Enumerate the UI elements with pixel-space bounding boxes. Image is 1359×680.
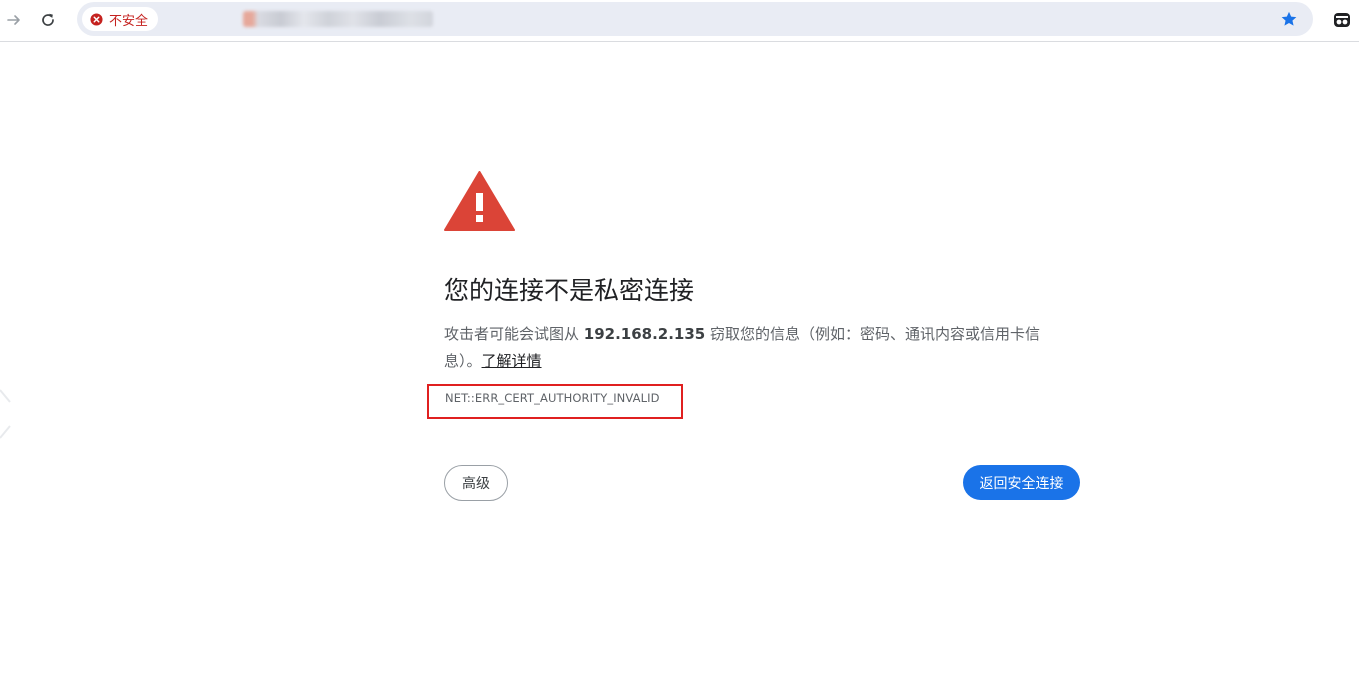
address-bar[interactable]: 不安全 bbox=[77, 2, 1313, 36]
forward-button[interactable] bbox=[0, 6, 28, 34]
learn-more-link[interactable]: 了解详情 bbox=[482, 352, 542, 370]
bookmark-button[interactable] bbox=[1277, 7, 1301, 31]
error-circle-icon bbox=[90, 12, 103, 26]
profile-incognito-button[interactable] bbox=[1328, 6, 1356, 34]
browser-toolbar: 不安全 bbox=[0, 0, 1359, 42]
star-icon bbox=[1281, 11, 1297, 26]
reload-icon bbox=[42, 13, 54, 26]
security-status-label: 不安全 bbox=[109, 13, 149, 29]
error-code-highlight-box bbox=[427, 384, 683, 419]
reload-button[interactable] bbox=[34, 6, 62, 34]
description-prefix: 攻击者可能会试图从 bbox=[444, 325, 584, 343]
page-edge-mark bbox=[0, 389, 11, 439]
back-to-safety-button[interactable]: 返回安全连接 bbox=[963, 465, 1080, 500]
page-title: 您的连接不是私密连接 bbox=[444, 276, 695, 305]
host-address: 192.168.2.135 bbox=[583, 325, 706, 343]
security-status-chip[interactable]: 不安全 bbox=[82, 7, 159, 31]
warning-description: 攻击者可能会试图从 192.168.2.135 窃取您的信息（例如：密码、通讯内… bbox=[444, 321, 1074, 375]
url-text-redacted bbox=[243, 11, 433, 27]
advanced-button[interactable]: 高级 bbox=[444, 465, 508, 501]
warning-triangle-icon bbox=[444, 171, 515, 231]
arrow-forward-icon bbox=[7, 15, 20, 25]
incognito-icon bbox=[1334, 13, 1350, 27]
